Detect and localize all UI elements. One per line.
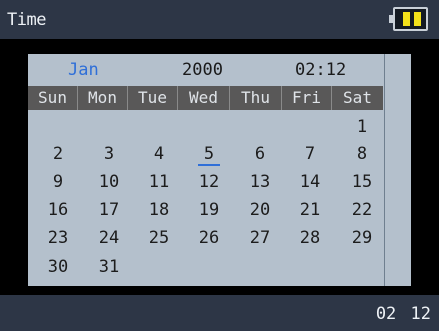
calendar-side-panel xyxy=(384,54,411,286)
time-screen: Time Jan 2000 02:12 Sun Mon Tue Wed Thu Fri Sa… xyxy=(0,0,439,331)
calendar-day[interactable]: 13 xyxy=(235,171,285,193)
weekday-thu: Thu xyxy=(230,86,282,110)
calendar-day[interactable]: 17 xyxy=(84,199,134,221)
calendar-day[interactable]: 29 xyxy=(337,227,387,249)
battery-icon xyxy=(389,7,428,31)
battery-level-bar xyxy=(403,12,410,26)
calendar-day[interactable]: 11 xyxy=(134,171,184,193)
calendar-day[interactable]: 2 xyxy=(33,143,83,165)
weekday-sun: Sun xyxy=(28,86,78,110)
calendar-day[interactable]: 20 xyxy=(235,199,285,221)
calendar-day[interactable]: 15 xyxy=(337,171,387,193)
weekday-header: Sun Mon Tue Wed Thu Fri Sat xyxy=(28,86,383,110)
calendar-day[interactable]: 22 xyxy=(337,199,387,221)
calendar-day[interactable]: 23 xyxy=(33,227,83,249)
weekday-sat: Sat xyxy=(343,88,372,107)
calendar-day[interactable]: 6 xyxy=(235,143,285,165)
battery-terminal xyxy=(389,15,393,23)
calendar-day[interactable]: 30 xyxy=(33,256,83,278)
calendar-day[interactable]: 19 xyxy=(184,199,234,221)
weekday-mon: Mon xyxy=(78,86,128,110)
time-field[interactable]: 02:12 xyxy=(295,60,346,80)
month-field[interactable]: Jan xyxy=(68,60,99,80)
calendar-day[interactable]: 5 xyxy=(184,143,234,165)
calendar-day[interactable]: 26 xyxy=(184,227,234,249)
status-bar: 02 12 xyxy=(0,295,439,331)
calendar-day[interactable]: 4 xyxy=(134,143,184,165)
calendar-day[interactable]: 12 xyxy=(184,171,234,193)
calendar-day[interactable]: 9 xyxy=(33,171,83,193)
calendar-day[interactable]: 16 xyxy=(33,199,83,221)
calendar-day[interactable]: 31 xyxy=(84,256,134,278)
calendar-day[interactable]: 25 xyxy=(134,227,184,249)
battery-level-bar xyxy=(414,12,421,26)
calendar-day[interactable]: 7 xyxy=(285,143,335,165)
calendar-day[interactable]: 28 xyxy=(285,227,335,249)
calendar-day[interactable]: 14 xyxy=(285,171,335,193)
clock-readout: 02 12 xyxy=(375,304,431,324)
calendar-day[interactable]: 10 xyxy=(84,171,134,193)
weekday-wed: Wed xyxy=(178,86,230,110)
calendar-day[interactable]: 1 xyxy=(337,116,387,138)
weekday-tue: Tue xyxy=(128,86,178,110)
selected-day-indicator xyxy=(198,164,220,166)
year-field[interactable]: 2000 xyxy=(182,60,223,80)
weekday-fri: Fri xyxy=(282,86,332,110)
calendar-day[interactable]: 18 xyxy=(134,199,184,221)
calendar-day[interactable]: 21 xyxy=(285,199,335,221)
calendar-day[interactable]: 27 xyxy=(235,227,285,249)
calendar-day[interactable]: 8 xyxy=(337,143,387,165)
calendar-day[interactable]: 3 xyxy=(84,143,134,165)
screen-title: Time xyxy=(7,10,46,30)
title-bar: Time xyxy=(0,0,439,39)
calendar-day[interactable]: 24 xyxy=(84,227,134,249)
